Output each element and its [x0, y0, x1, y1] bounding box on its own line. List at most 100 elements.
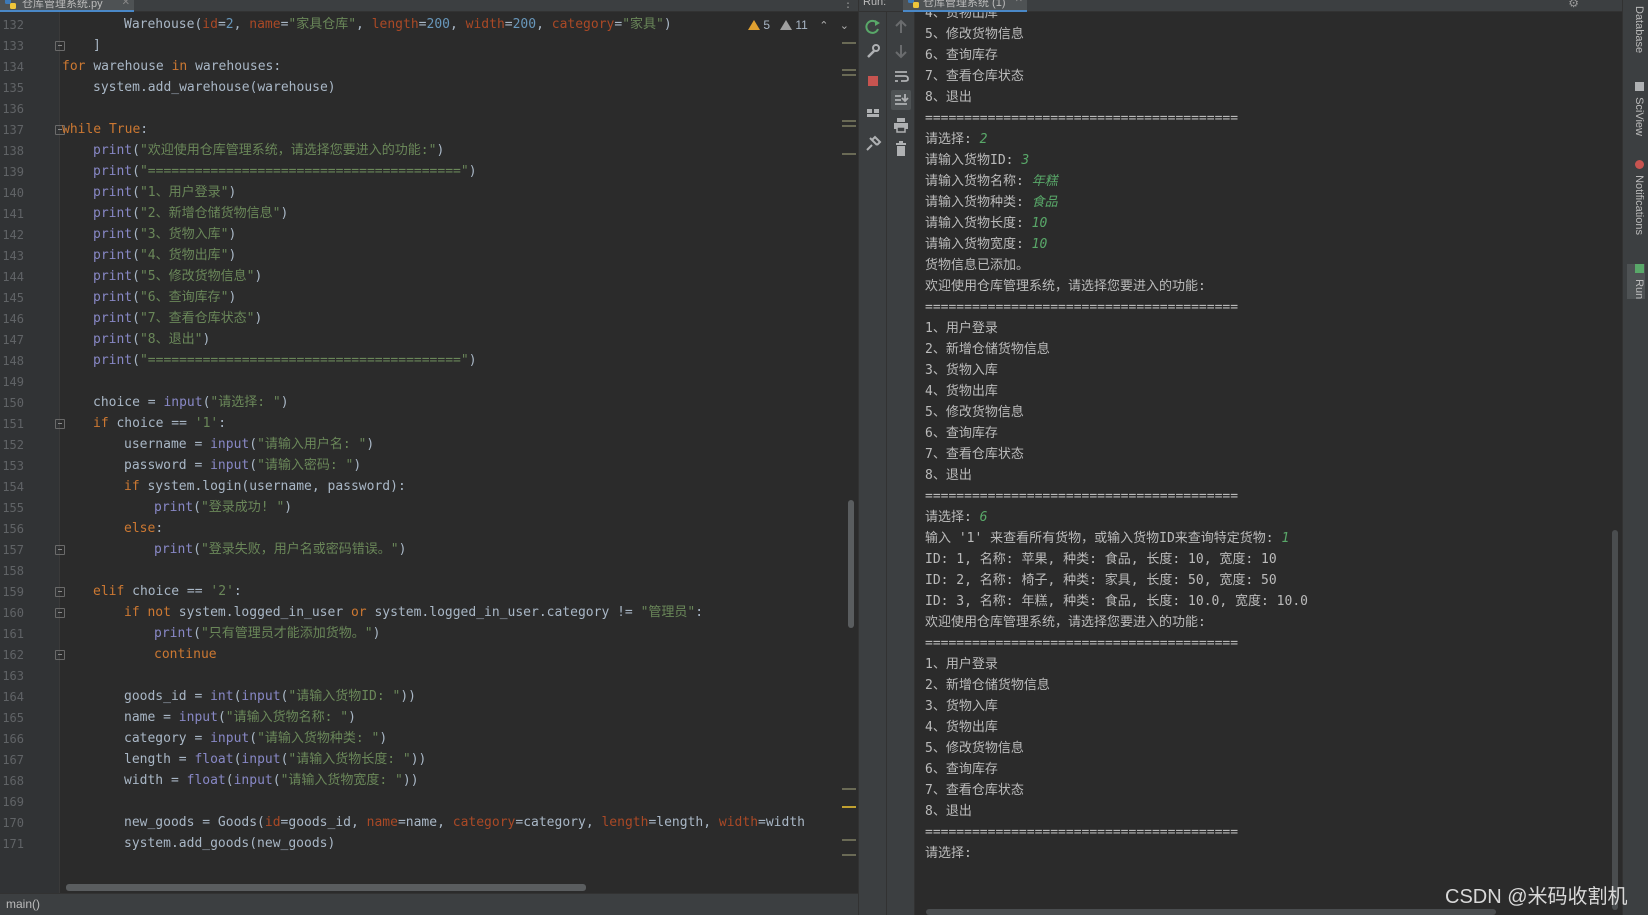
console-text: ========================================	[925, 825, 1239, 840]
code-line[interactable]: system.add_goods(new_goods)	[124, 833, 335, 855]
stripe-mark[interactable]	[842, 839, 856, 841]
stripe-mark[interactable]	[842, 74, 856, 76]
console-output[interactable]: 4、货物出库 5、修改货物信息 6、查询库存 7、查看仓库状态 8、退出 ========…	[915, 12, 1623, 915]
code-line[interactable]: goods_id = int(input("请输入货物ID: "))	[124, 686, 416, 708]
code-line[interactable]: password = input("请输入密码: ")	[124, 455, 361, 477]
console-line: 请输入货物种类: 食品	[925, 192, 1058, 213]
more-icon[interactable]: ⋮	[842, 0, 854, 10]
code-line[interactable]: print("6、查询库存")	[93, 287, 236, 309]
code-line[interactable]: print("2、新增仓储货物信息")	[93, 203, 288, 225]
warning-icon	[748, 20, 760, 30]
code-line[interactable]: print("登录失败，用户名或密码错误。")	[154, 539, 406, 561]
code-line[interactable]: print("1、用户登录")	[93, 182, 236, 204]
console-user-input: 1	[1281, 531, 1290, 546]
code-line[interactable]: new_goods = Goods(id=goods_id, name=name…	[124, 812, 805, 834]
line-number: 153	[2, 459, 24, 473]
inspection-widget[interactable]: 5 11 ⌃ ⌄	[748, 16, 849, 34]
stop-button[interactable]	[863, 71, 883, 91]
stripe-mark[interactable]	[842, 806, 856, 808]
sciview-tool-button[interactable]: SciView	[1627, 82, 1645, 136]
stripe-mark[interactable]	[842, 153, 856, 155]
console-user-input: 2	[979, 132, 988, 147]
run-label: Run:	[863, 0, 887, 8]
arrow-down-icon	[895, 45, 907, 59]
previous-occurrence-button[interactable]	[891, 17, 911, 37]
code-area[interactable]: Warehouse(id=2, name="家具仓库", length=200,…	[62, 12, 832, 893]
code-editor[interactable]: 仓库管理系统.py ✕ ⋮ 132 133 134 135 136 137 138 139 14…	[0, 0, 858, 915]
editor-horizontal-scrollbar[interactable]	[66, 884, 586, 891]
restore-layout-button[interactable]	[863, 103, 883, 123]
code-line[interactable]: if system.login(username, password):	[124, 476, 406, 498]
pin-tab-button[interactable]	[863, 134, 883, 154]
breadcrumb-item[interactable]: main()	[6, 897, 40, 911]
error-stripe[interactable]	[840, 12, 858, 893]
run-config-tab[interactable]: 仓库管理系统 (1) ✕	[903, 0, 1027, 12]
code-line[interactable]: for warehouse in warehouses:	[62, 56, 281, 78]
clear-all-button[interactable]	[891, 139, 911, 159]
code-line[interactable]: print("=================================…	[93, 161, 477, 183]
console-text: 欢迎使用仓库管理系统，请选择您要进入的功能:	[925, 279, 1206, 294]
code-line[interactable]: print("4、货物出库")	[93, 245, 236, 267]
code-line[interactable]: print("7、查看仓库状态")	[93, 308, 262, 330]
console-text: 2、新增仓储货物信息	[925, 678, 1050, 693]
code-line[interactable]: Warehouse(id=2, name="家具仓库", length=200,…	[124, 14, 672, 36]
console-text: 请输入货物ID:	[925, 153, 1022, 168]
code-line[interactable]: print("=================================…	[93, 350, 477, 372]
code-line[interactable]: system.add_warehouse(warehouse)	[93, 77, 336, 99]
print-button[interactable]	[891, 115, 911, 135]
line-number: 140	[2, 186, 24, 200]
rerun-button[interactable]	[863, 17, 883, 37]
stripe-mark[interactable]	[842, 120, 856, 122]
database-tool-button[interactable]: Database	[1627, 6, 1645, 53]
code-line[interactable]: choice = input("请选择: ")	[93, 392, 289, 414]
code-line[interactable]: while True:	[62, 119, 148, 141]
stripe-mark[interactable]	[842, 42, 856, 44]
soft-wrap-button[interactable]	[891, 66, 911, 86]
scroll-to-end-button[interactable]	[891, 90, 911, 110]
code-line[interactable]: username = input("请输入用户名: ")	[124, 434, 374, 456]
run-tab-label: 仓库管理系统 (1)	[923, 0, 1006, 9]
next-occurrence-button[interactable]	[891, 41, 911, 61]
editor-vertical-scrollbar[interactable]	[848, 500, 854, 628]
watermark: CSDN @米码收割机	[1445, 886, 1628, 908]
code-line[interactable]: print("欢迎使用仓库管理系统，请选择您要进入的功能:")	[93, 140, 444, 162]
console-line: 3、货物入库	[925, 696, 998, 717]
previous-highlight-icon[interactable]: ⌃	[819, 20, 828, 32]
modify-config-button[interactable]	[863, 41, 883, 61]
stripe-mark[interactable]	[842, 125, 856, 127]
line-number: 163	[2, 669, 24, 683]
code-line[interactable]: print("只有管理员才能添加货物。")	[154, 623, 380, 645]
code-line[interactable]: if not system.logged_in_user or system.l…	[124, 602, 703, 624]
code-line[interactable]: continue	[154, 644, 217, 666]
code-line[interactable]: print("8、退出")	[93, 329, 210, 351]
code-line[interactable]: category = input("请输入货物种类: ")	[124, 728, 387, 750]
run-toolbar-primary	[859, 12, 887, 915]
stripe-mark[interactable]	[842, 788, 856, 790]
run-tool-button[interactable]: Run	[1627, 264, 1645, 300]
code-line[interactable]: name = input("请输入货物名称: ")	[124, 707, 356, 729]
breadcrumb[interactable]: main()	[0, 893, 858, 915]
line-number: 161	[2, 627, 24, 641]
code-line[interactable]: print("5、修改货物信息")	[93, 266, 262, 288]
python-run-icon	[908, 0, 919, 8]
stripe-mark[interactable]	[842, 854, 856, 856]
code-line[interactable]: print("3、货物入库")	[93, 224, 236, 246]
close-icon[interactable]: ✕	[122, 0, 130, 8]
code-line[interactable]: ]	[93, 35, 101, 57]
stripe-mark[interactable]	[842, 69, 856, 71]
console-vertical-scrollbar[interactable]	[1612, 530, 1618, 910]
code-line[interactable]: if choice == '1':	[93, 413, 226, 435]
console-text: 4、货物出库	[925, 384, 998, 399]
file-tab[interactable]: 仓库管理系统.py ✕	[0, 0, 134, 12]
code-line[interactable]: print("登录成功! ")	[154, 497, 292, 519]
sciview-label: SciView	[1633, 97, 1645, 136]
gear-icon[interactable]: ⚙	[1568, 0, 1579, 10]
notifications-tool-button[interactable]: Notifications	[1627, 160, 1645, 235]
code-line[interactable]: else:	[124, 518, 163, 540]
close-icon[interactable]: ✕	[1015, 0, 1023, 5]
code-line[interactable]: width = float(input("请输入货物宽度: "))	[124, 770, 419, 792]
code-line[interactable]: length = float(input("请输入货物长度: "))	[124, 749, 426, 771]
code-line[interactable]: elif choice == '2':	[93, 581, 242, 603]
console-text: 8、退出	[925, 468, 972, 483]
console-horizontal-scrollbar[interactable]	[926, 909, 1496, 915]
